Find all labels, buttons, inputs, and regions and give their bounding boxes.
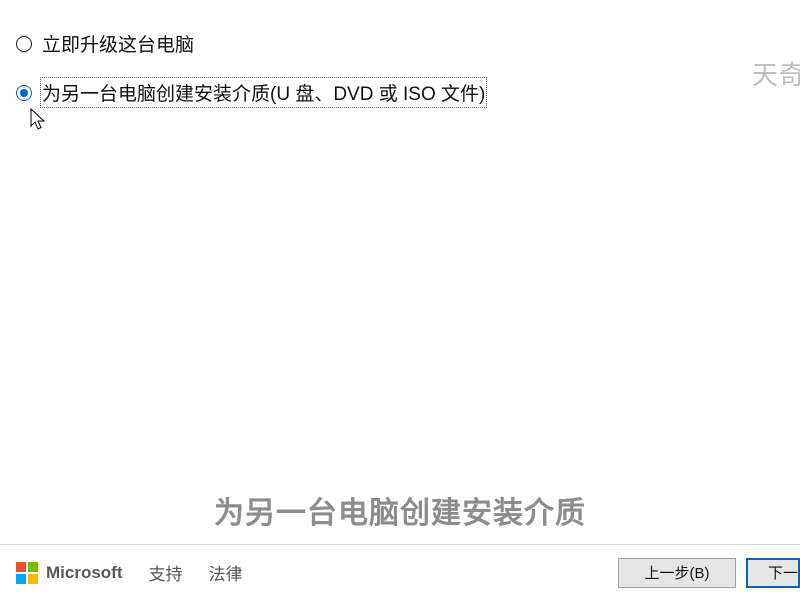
support-link[interactable]: 支持 [149,560,183,585]
video-watermark: 天奇 [752,55,800,92]
radio-upgrade-label[interactable]: 立即升级这台电脑 [42,30,194,57]
subtitle-caption: 为另一台电脑创建安装介质 [214,488,586,532]
radio-create-media[interactable] [16,85,32,101]
radio-upgrade[interactable] [16,36,32,52]
footer-bar: Microsoft 支持 法律 上一步(B) 下一 [0,544,800,600]
radio-create-media-label[interactable]: 为另一台电脑创建安装介质(U 盘、DVD 或 ISO 文件) [42,79,485,106]
legal-link[interactable]: 法律 [209,560,243,585]
mouse-cursor-icon [30,108,48,132]
back-button[interactable]: 上一步(B) [618,558,736,588]
microsoft-logo: Microsoft [16,562,123,584]
microsoft-logo-icon [16,562,38,584]
options-area: 立即升级这台电脑 为另一台电脑创建安装介质(U 盘、DVD 或 ISO 文件) [0,0,800,106]
microsoft-logo-text: Microsoft [46,563,123,583]
next-button[interactable]: 下一 [746,558,800,588]
